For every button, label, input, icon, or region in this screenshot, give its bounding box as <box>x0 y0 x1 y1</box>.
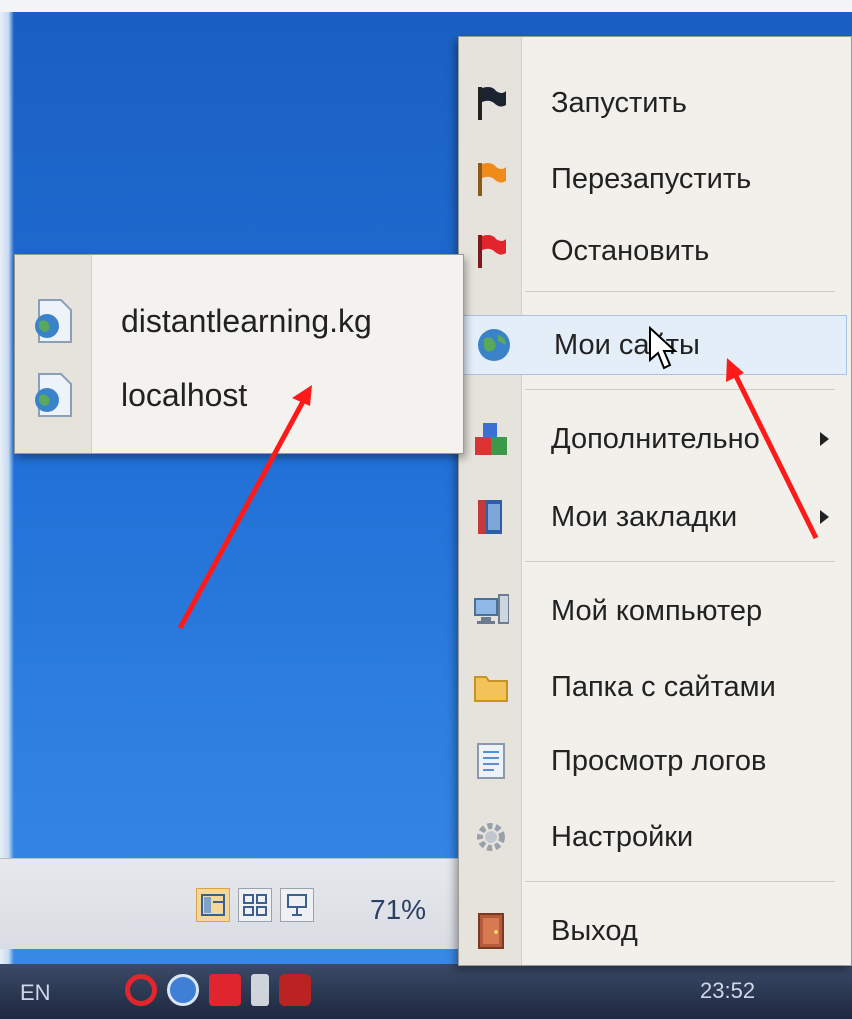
submenu-item-label: distantlearning.kg <box>121 302 372 339</box>
tray-icons <box>125 974 311 1006</box>
submenu-arrow-icon <box>820 510 829 524</box>
flag-red-icon <box>473 233 509 269</box>
submenu-item-label: localhost <box>121 376 248 413</box>
menu-item-label: Остановить <box>551 234 710 267</box>
submenu-item-localhost[interactable]: localhost <box>15 363 463 427</box>
network-icon[interactable] <box>279 974 311 1006</box>
my-sites-submenu: distantlearning.kg localhost <box>14 254 464 454</box>
tray-context-menu: Запустить Перезапустить Остановить Мои с… <box>458 36 852 966</box>
taskbar: EN 23:52 <box>0 964 852 1019</box>
shapes-icon <box>473 421 509 457</box>
slide-sorter-icon[interactable] <box>238 888 272 922</box>
menu-item-sites-folder[interactable]: Папка с сайтами <box>459 657 851 717</box>
menu-item-exit[interactable]: Выход <box>459 901 851 961</box>
menu-item-restart[interactable]: Перезапустить <box>459 149 851 209</box>
flag-black-icon <box>473 85 509 121</box>
gear-icon <box>473 819 509 855</box>
menu-item-label: Мой компьютер <box>551 594 763 627</box>
menu-item-start[interactable]: Запустить <box>459 73 851 133</box>
flag-orange-icon <box>473 161 509 197</box>
computer-icon <box>473 593 509 629</box>
menu-item-settings[interactable]: Настройки <box>459 807 851 867</box>
globe-icon <box>476 327 512 363</box>
battery-icon[interactable] <box>251 974 269 1006</box>
language-indicator[interactable]: EN <box>20 980 51 1006</box>
opera-icon[interactable] <box>125 974 157 1006</box>
mouse-pointer-icon <box>646 325 680 377</box>
view-buttons <box>196 888 314 922</box>
update-icon[interactable] <box>167 974 199 1006</box>
menu-item-my-computer[interactable]: Мой компьютер <box>459 581 851 641</box>
menu-item-additional[interactable]: Дополнительно <box>459 409 851 469</box>
menu-separator <box>525 291 835 292</box>
submenu-item-distantlearning[interactable]: distantlearning.kg <box>15 289 463 353</box>
menu-item-stop[interactable]: Остановить <box>459 221 851 281</box>
menu-separator <box>525 561 835 562</box>
slideshow-icon[interactable] <box>280 888 314 922</box>
menu-separator <box>525 881 835 882</box>
folder-icon <box>473 669 509 705</box>
menu-item-label: Просмотр логов <box>551 744 767 777</box>
top-edge <box>0 0 852 12</box>
menu-item-label: Папка с сайтами <box>551 670 776 703</box>
menu-item-label: Запустить <box>551 86 687 119</box>
submenu-arrow-icon <box>820 432 829 446</box>
menu-item-label: Перезапустить <box>551 162 752 195</box>
menu-item-label: Настройки <box>551 820 694 853</box>
clock[interactable]: 23:52 <box>700 978 755 1004</box>
normal-view-icon[interactable] <box>196 888 230 922</box>
zoom-level[interactable]: 71% <box>370 894 426 926</box>
antivirus-icon[interactable] <box>209 974 241 1006</box>
book-icon <box>473 499 509 535</box>
menu-item-view-logs[interactable]: Просмотр логов <box>459 731 851 791</box>
site-file-icon <box>29 298 75 344</box>
log-icon <box>473 743 509 779</box>
menu-item-label: Мои закладки <box>551 500 738 533</box>
menu-item-bookmarks[interactable]: Мои закладки <box>459 487 851 547</box>
menu-item-label: Выход <box>551 914 638 947</box>
menu-separator <box>525 389 835 390</box>
site-file-icon <box>29 372 75 418</box>
menu-item-label: Дополнительно <box>551 422 760 455</box>
door-icon <box>473 913 509 949</box>
